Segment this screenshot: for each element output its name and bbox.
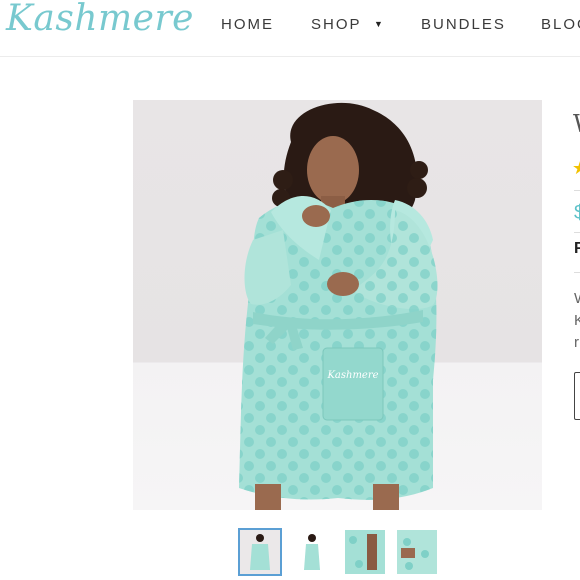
thumbnail-4[interactable]: [397, 530, 437, 574]
size-selector[interactable]: [574, 372, 580, 420]
rating-star-icon[interactable]: ★: [572, 158, 580, 179]
thumbnail-3[interactable]: [345, 530, 385, 574]
product-description-line: K: [574, 312, 580, 329]
product-description-line: W: [574, 290, 580, 307]
brand-logo[interactable]: Kashmere: [6, 0, 194, 39]
shipping-note: F: [574, 240, 580, 257]
robe-model-illustration: Kashmere: [239, 102, 438, 510]
product-main-image[interactable]: Kashmere: [133, 100, 542, 510]
divider: [574, 272, 580, 273]
product-info-panel: W ★ $ F W K r: [570, 100, 580, 430]
thumbnail-strip: [0, 528, 580, 576]
site-header: Kashmere HOME SHOP ▼ BUNDLES BLOG: [0, 0, 580, 57]
product-page: Kashmere HOME SHOP ▼ BUNDLES BLOG: [0, 0, 580, 580]
product-price: $: [574, 202, 580, 224]
nav-item-bundles[interactable]: BUNDLES: [421, 16, 506, 33]
thumbnail-2[interactable]: [292, 530, 332, 574]
nav-item-blog[interactable]: BLOG: [541, 16, 580, 33]
pocket-embroidery: Kashmere: [326, 370, 378, 381]
product-description-line: r: [574, 334, 579, 351]
divider: [574, 232, 580, 233]
nav-item-shop[interactable]: SHOP: [311, 16, 362, 33]
product-title: W: [573, 110, 580, 138]
chevron-down-icon[interactable]: ▼: [374, 19, 383, 29]
nav-item-home[interactable]: HOME: [221, 16, 274, 33]
thumbnail-1[interactable]: [238, 528, 282, 576]
divider: [574, 190, 580, 191]
